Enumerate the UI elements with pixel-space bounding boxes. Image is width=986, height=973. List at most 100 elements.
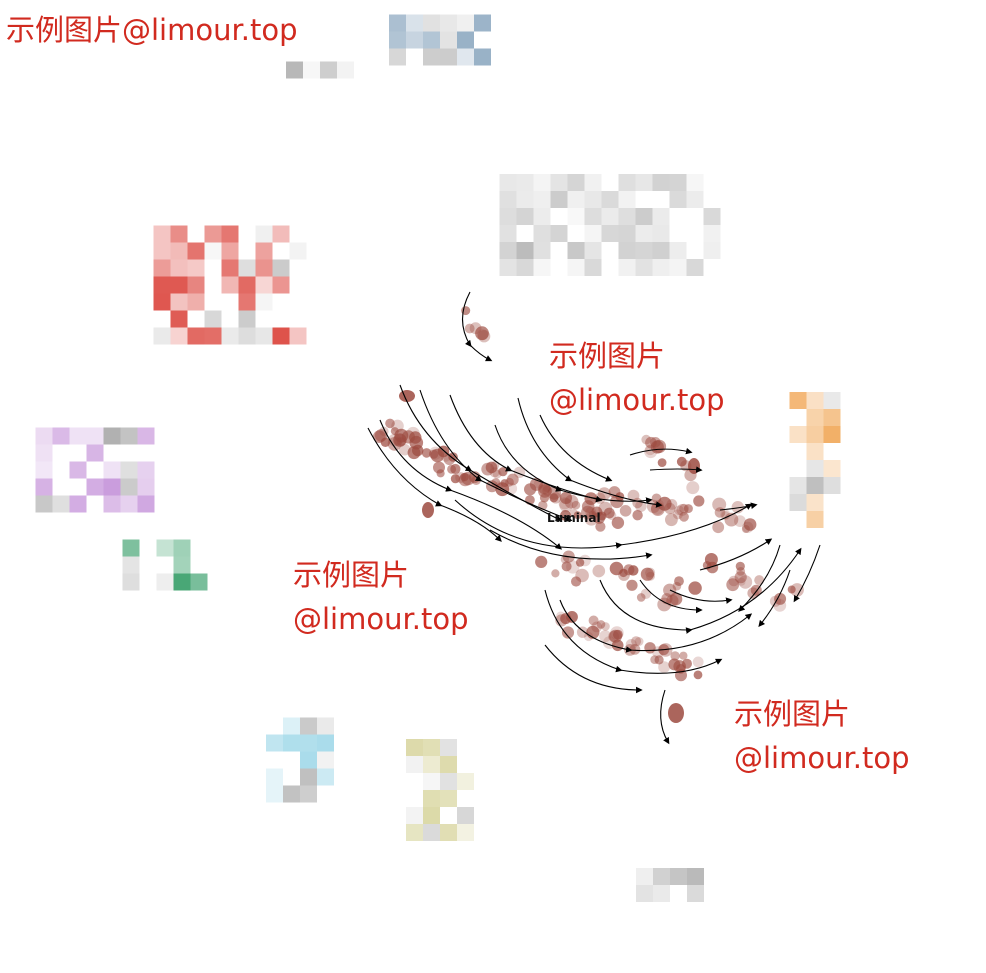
mosaic-block — [635, 208, 653, 225]
mosaic-block — [533, 174, 551, 191]
mosaic-block — [652, 242, 670, 259]
mosaic-block — [286, 61, 303, 79]
mosaic-block — [652, 208, 670, 225]
mosaic-block — [440, 756, 457, 773]
mosaic-block — [653, 868, 670, 885]
luminal-point — [640, 567, 655, 581]
mosaic-block — [35, 495, 53, 513]
mosaic-block — [266, 785, 283, 803]
mosaic-block — [272, 225, 290, 243]
mosaic-block — [823, 409, 841, 426]
mosaic-block — [806, 426, 824, 443]
mosaic-block — [255, 327, 273, 345]
mosaic-block — [86, 478, 104, 496]
mosaic-block — [137, 495, 155, 513]
luminal-point — [688, 581, 702, 595]
mosaic-block — [317, 751, 334, 769]
mosaic-block — [389, 14, 406, 32]
mosaic-block — [255, 242, 273, 260]
mosaic-block — [170, 327, 188, 345]
mosaic-block — [789, 392, 807, 409]
mosaic-block — [423, 48, 440, 66]
mosaic-block — [635, 259, 653, 276]
velocity-streamline — [649, 466, 703, 473]
mosaic-block — [35, 461, 53, 479]
mosaic-block — [187, 259, 205, 277]
mosaic-block — [221, 276, 239, 294]
mosaic-block — [474, 14, 491, 32]
watermark-center-left: 示例图片 @limour.top — [293, 553, 469, 641]
luminal-point — [672, 581, 682, 591]
mosaic-block — [266, 768, 283, 786]
mosaic-block — [35, 478, 53, 496]
luminal-point — [551, 569, 560, 578]
mosaic-block — [423, 790, 440, 807]
luminal-point — [571, 576, 582, 587]
mosaic-block — [636, 885, 653, 902]
mosaic-block — [204, 310, 222, 328]
mosaic-block — [635, 225, 653, 242]
mosaic-block — [406, 739, 423, 756]
mosaic-block — [255, 259, 273, 277]
mosaic-block — [238, 310, 256, 328]
mosaic-block — [300, 785, 317, 803]
mosaic-block — [686, 174, 704, 191]
mosaic-block — [406, 14, 423, 32]
luminal-point — [688, 458, 700, 474]
mosaic-block — [300, 751, 317, 769]
mosaic-block — [300, 717, 317, 735]
luminal-point — [422, 502, 434, 518]
mosaic-block — [255, 276, 273, 294]
mosaic-block — [289, 327, 307, 345]
luminal-point — [609, 561, 624, 576]
mosaic-block — [153, 225, 171, 243]
luminal-point — [626, 579, 638, 591]
mosaic-block — [204, 327, 222, 345]
mosaic-block — [669, 191, 687, 208]
watermark-top-left: 示例图片@limour.top — [6, 13, 298, 47]
mosaic-block — [499, 225, 517, 242]
mosaic-block — [153, 276, 171, 294]
mosaic-block — [652, 174, 670, 191]
mosaic-block — [669, 174, 687, 191]
luminal-point — [644, 445, 658, 459]
mosaic-block — [618, 208, 636, 225]
mosaic-block — [238, 327, 256, 345]
mosaic-block — [806, 494, 824, 511]
mosaic-block — [156, 539, 174, 557]
mosaic-block — [823, 392, 841, 409]
mosaic-block — [120, 478, 138, 496]
luminal-point — [668, 703, 684, 723]
mosaic-block — [170, 242, 188, 260]
mosaic-block — [601, 208, 619, 225]
mosaic-block — [618, 259, 636, 276]
mosaic-block — [204, 242, 222, 260]
luminal-point — [592, 564, 606, 578]
mosaic-block — [187, 242, 205, 260]
mosaic-block — [255, 225, 273, 243]
mosaic-block — [584, 242, 602, 259]
watermark-line: @limour.top — [293, 602, 469, 636]
watermark-center-right: 示例图片 @limour.top — [549, 334, 725, 422]
mosaic-block — [584, 191, 602, 208]
mosaic-block — [52, 495, 70, 513]
velocity-streamline — [539, 414, 613, 482]
mosaic-block — [567, 174, 585, 191]
mosaic-block — [474, 48, 491, 66]
mosaic-block — [283, 717, 300, 735]
mosaic-block — [789, 494, 807, 511]
mosaic-block — [806, 409, 824, 426]
luminal-point — [412, 444, 424, 457]
mosaic-block — [283, 785, 300, 803]
mosaic-block — [789, 426, 807, 443]
mosaic-block — [170, 310, 188, 328]
mosaic-block — [516, 208, 534, 225]
mosaic-block — [806, 460, 824, 477]
mosaic-block — [516, 174, 534, 191]
mosaic-block — [652, 225, 670, 242]
mosaic-block — [457, 824, 474, 841]
mosaic-block — [137, 461, 155, 479]
mosaic-block — [584, 174, 602, 191]
luminal-point — [535, 555, 548, 569]
mosaic-block — [457, 48, 474, 66]
